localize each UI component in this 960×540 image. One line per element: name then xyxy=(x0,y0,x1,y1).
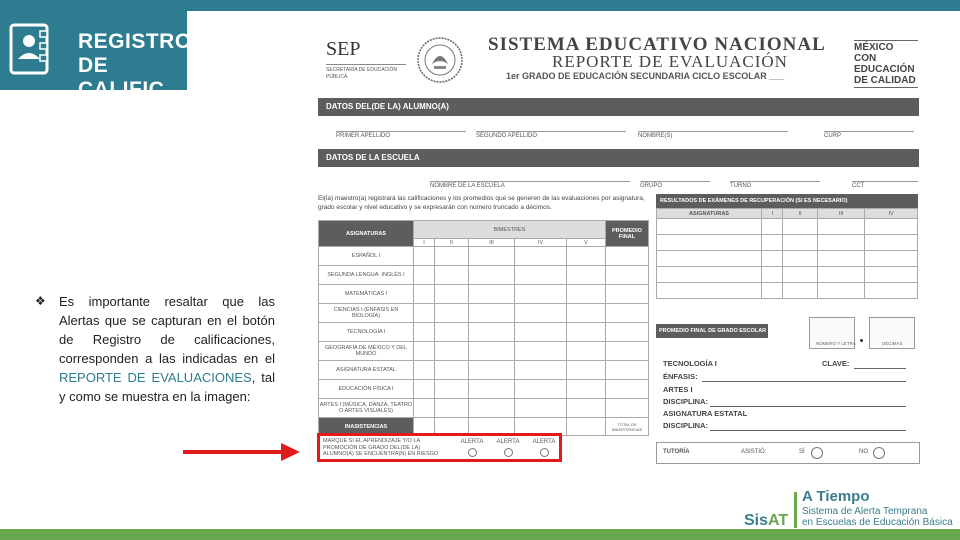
recovery-table: ASIGNATURAS I II III IV xyxy=(656,208,918,299)
field-curp: CURP xyxy=(824,131,914,139)
band-student: DATOS DEL(DE LA) ALUMNO(A) xyxy=(318,98,919,116)
alert-col-3: ALERTA xyxy=(529,439,559,459)
alert-radio-icon xyxy=(539,448,549,457)
subject-cell: ASIGNATURA ESTATAL xyxy=(318,360,414,380)
asignatura-estatal-label: ASIGNATURA ESTATAL xyxy=(663,409,748,418)
asignaturas-header: ASIGNATURAS xyxy=(318,220,414,247)
promedio-number-caption: NÚMERO Y LETRA xyxy=(816,341,856,346)
report-card-image: SEP SECRETARÍA DE EDUCACIÓN PÚBLICA SIST… xyxy=(312,30,922,470)
subject-cell: MATEMÁTICAS I xyxy=(318,284,414,304)
artes-label: ARTES I xyxy=(663,385,693,394)
band-school: DATOS DE LA ESCUELA xyxy=(318,149,919,167)
logo-line1: REGISTRO xyxy=(78,30,192,53)
form-subtitle: REPORTE DE EVALUACIÓN xyxy=(552,52,788,71)
bim-iii: III xyxy=(467,238,516,247)
promedio-header: PROMEDIO FINAL xyxy=(605,220,649,247)
bim-iv: IV xyxy=(514,238,567,247)
field-cct: CCT xyxy=(852,181,918,189)
enfasis-label: ÉNFASIS: xyxy=(663,372,698,381)
note-highlight: REPORTE DE EVALUACIONES xyxy=(59,370,252,385)
bim-ii: II xyxy=(434,238,469,247)
field-primer-apellido: PRIMER APELLIDO xyxy=(336,131,466,139)
national-seal-icon xyxy=(417,37,463,83)
promedio-final-label: PROMEDIO FINAL DE GRADO ESCOLAR xyxy=(656,324,768,338)
sisat-divider xyxy=(794,492,797,528)
sep-title: SEP xyxy=(326,38,361,60)
registro-calific-logo: REGISTRO DE CALIFIC. xyxy=(0,11,191,101)
total-inasistencias: TOTAL DE INASISTENCIAS xyxy=(605,417,649,436)
tutoria-label: TUTORÍA xyxy=(663,449,690,455)
subject-cell: CIENCIAS I (ÉNFASIS EN BIOLOGÍA) xyxy=(318,303,414,323)
bottom-accent-bar xyxy=(0,529,960,540)
alert-highlight-box: MARQUE SI EL APRENDIZAJE Y/O LA PROMOCIÓ… xyxy=(317,433,562,462)
subject-cell: TECNOLOGÍA I xyxy=(318,322,414,342)
sep-logo: SEP SECRETARÍA DE EDUCACIÓN PÚBLICA xyxy=(326,38,406,81)
logo-line2: DE CALIFIC. xyxy=(78,54,171,101)
field-nombre-escuela: NOMBRE DE LA ESCUELA xyxy=(430,181,630,189)
alert-col-1: ALERTA xyxy=(457,439,487,459)
subject-cell: ESPAÑOL I xyxy=(318,246,414,266)
sisat-tagline: Sistema de Alerta Temprana en Escuelas d… xyxy=(802,506,953,528)
disciplina-label-2: DISCIPLINA: xyxy=(663,421,708,430)
alert-radio-icon xyxy=(503,448,513,457)
subject-cell: GEOGRAFÍA DE MÉXICO Y DEL MUNDO xyxy=(318,341,414,361)
note-text-before: Es importante resaltar que las Alertas q… xyxy=(59,294,275,366)
bimestres-header: BIMESTRES xyxy=(413,220,606,239)
recovery-header: RESULTADOS DE EXÁMENES DE RECUPERACIÓN (… xyxy=(656,194,918,208)
grade-line: 1er GRADO DE EDUCACIÓN SECUNDARIA CICLO … xyxy=(506,71,785,81)
bim-v: V xyxy=(565,238,607,247)
subject-cell: ARTES I (MÚSICA, DANZA, TEATRO O ARTES V… xyxy=(318,398,414,418)
form-intro: El(la) maestro(a) registrará las calific… xyxy=(318,195,645,211)
bim-i: I xyxy=(412,238,436,247)
explanation-note: ❖ Es importante resaltar que las Alertas… xyxy=(35,292,275,406)
si-radio-icon xyxy=(811,447,823,459)
sisat-headline: A Tiempo xyxy=(802,488,870,505)
gradebook-icon xyxy=(9,23,49,75)
grades-table: ASIGNATURAS BIMESTRES PROMEDIO FINAL I I… xyxy=(318,220,649,436)
alert-radio-icon xyxy=(467,448,477,457)
promedio-decimal-caption: DÉCIMAS xyxy=(882,341,903,346)
field-segundo-apellido: SEGUNDO APELLIDO xyxy=(476,131,626,139)
no-label: NO xyxy=(859,449,868,455)
subject-cell: SEGUNDA LENGUA: INGLÉS I xyxy=(318,265,414,285)
alert-col-2: ALERTA xyxy=(493,439,523,459)
alert-instruction: MARQUE SI EL APRENDIZAJE Y/O LA PROMOCIÓ… xyxy=(323,438,439,457)
no-radio-icon xyxy=(873,447,885,459)
sisat-logo: SisAT A Tiempo Sistema de Alerta Tempran… xyxy=(744,488,956,530)
si-label: SÍ xyxy=(799,449,805,455)
red-arrow-icon xyxy=(183,443,300,461)
sep-subtitle: SECRETARÍA DE EDUCACIÓN PÚBLICA xyxy=(326,64,406,81)
tutoria-row: TUTORÍA ASISTIÓ: SÍ NO xyxy=(656,442,920,464)
tech-label: TECNOLOGÍA I xyxy=(663,359,717,368)
asistio-label: ASISTIÓ: xyxy=(741,449,767,455)
field-turno: TURNO xyxy=(730,181,820,189)
field-nombres: NOMBRE(S) xyxy=(638,131,788,139)
diamond-bullet-icon: ❖ xyxy=(35,294,46,308)
decimal-dot xyxy=(860,339,863,342)
disciplina-label: DISCIPLINA: xyxy=(663,397,708,406)
top-accent-bar xyxy=(0,0,960,11)
clave-label: CLAVE: xyxy=(822,359,850,368)
subject-cell: EDUCACIÓN FÍSICA I xyxy=(318,379,414,399)
mexico-calidad-logo: MÉXICO CON EDUCACIÓN DE CALIDAD xyxy=(854,40,918,88)
field-grupo: GRUPO xyxy=(640,181,710,189)
sisat-brand: SisAT xyxy=(744,512,789,529)
